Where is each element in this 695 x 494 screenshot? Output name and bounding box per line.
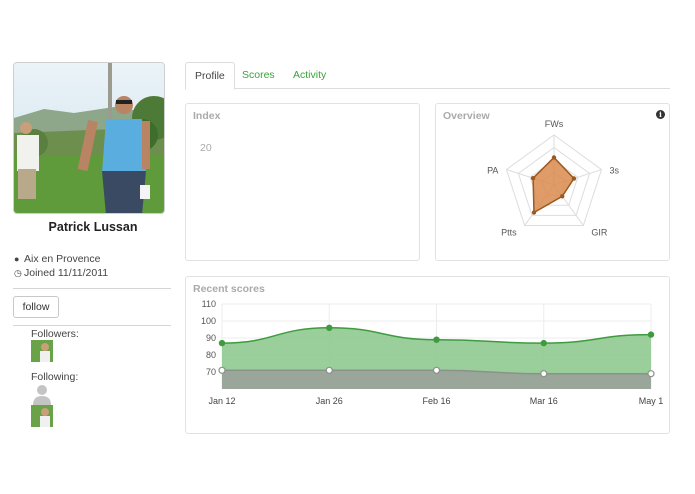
radar-point <box>531 210 537 215</box>
tab-profile[interactable]: Profile <box>185 62 235 90</box>
scores-chart: 70 80 90 100 110 Jan 12 Jan 26 Feb 16 Mar 16 May … <box>201 299 664 406</box>
profile-name: Patrick Lussan <box>48 220 138 234</box>
profile-tabs: Profile Scores Activity <box>185 62 670 90</box>
series-point <box>540 370 548 378</box>
series-point <box>325 366 333 374</box>
series-point <box>218 366 226 374</box>
joined-line: ◷ Joined 11/11/2011 <box>14 267 108 279</box>
radar-axis-label: FWs <box>545 119 564 129</box>
x-tick-label: Jan 12 <box>208 396 235 406</box>
following-avatar-placeholder[interactable] <box>31 383 53 405</box>
radar-axis-label: Ptts <box>501 227 517 237</box>
follower-avatar[interactable] <box>31 340 53 362</box>
following-avatar[interactable] <box>31 405 53 427</box>
clock-icon: ◷ <box>14 268 22 278</box>
index-value: 20 <box>200 142 212 154</box>
x-tick-label: May 1 <box>639 396 664 406</box>
divider <box>13 325 171 326</box>
y-tick-label: 80 <box>206 350 216 360</box>
tab-activity[interactable]: Activity <box>284 62 335 89</box>
tab-scores[interactable]: Scores <box>233 62 284 89</box>
followers-label: Followers: <box>31 328 79 340</box>
series-point <box>218 339 226 347</box>
y-tick-label: 100 <box>201 316 216 326</box>
following-label: Following: <box>31 371 79 383</box>
series-point <box>647 331 655 338</box>
y-tick-label: 110 <box>202 299 216 309</box>
radar-axis-label: 3s <box>610 166 620 176</box>
radar-point <box>560 194 565 199</box>
radar-axis-label: PA <box>487 166 498 176</box>
map-marker-icon: ● <box>14 254 20 264</box>
series-point <box>647 370 655 378</box>
index-panel: Index 20 <box>185 103 420 261</box>
overview-panel: Overview i FWs 3s GIR Ptts PA <box>435 103 670 261</box>
series-point <box>540 339 547 347</box>
profile-photo <box>13 62 165 214</box>
location-line: ● Aix en Provence <box>14 253 100 265</box>
divider <box>13 288 171 289</box>
location-text: Aix en Provence <box>24 253 101 265</box>
radar-point <box>571 176 577 181</box>
y-tick-label: 90 <box>206 333 216 343</box>
series-point <box>432 366 441 374</box>
recent-scores-panel: Recent scores 70 80 90 100 110 Jan 12 Jan 26 Fe… <box>185 276 670 434</box>
follow-button[interactable]: follow <box>13 296 59 318</box>
joined-prefix: Joined <box>24 267 55 279</box>
series-point <box>433 336 440 343</box>
x-tick-label: Feb 16 <box>422 396 450 406</box>
radar-chart: FWs 3s GIR Ptts PA <box>487 119 620 237</box>
radar-axis-label: GIR <box>591 227 608 237</box>
radar-point <box>551 155 557 160</box>
y-tick-label: 70 <box>206 367 216 377</box>
x-tick-label: Mar 16 <box>530 396 558 406</box>
joined-date-link[interactable]: 11/11/2011 <box>58 267 108 279</box>
x-tick-label: Jan 26 <box>316 396 343 406</box>
index-title: Index <box>193 110 221 122</box>
series-point <box>326 324 333 332</box>
radar-point <box>530 176 536 181</box>
